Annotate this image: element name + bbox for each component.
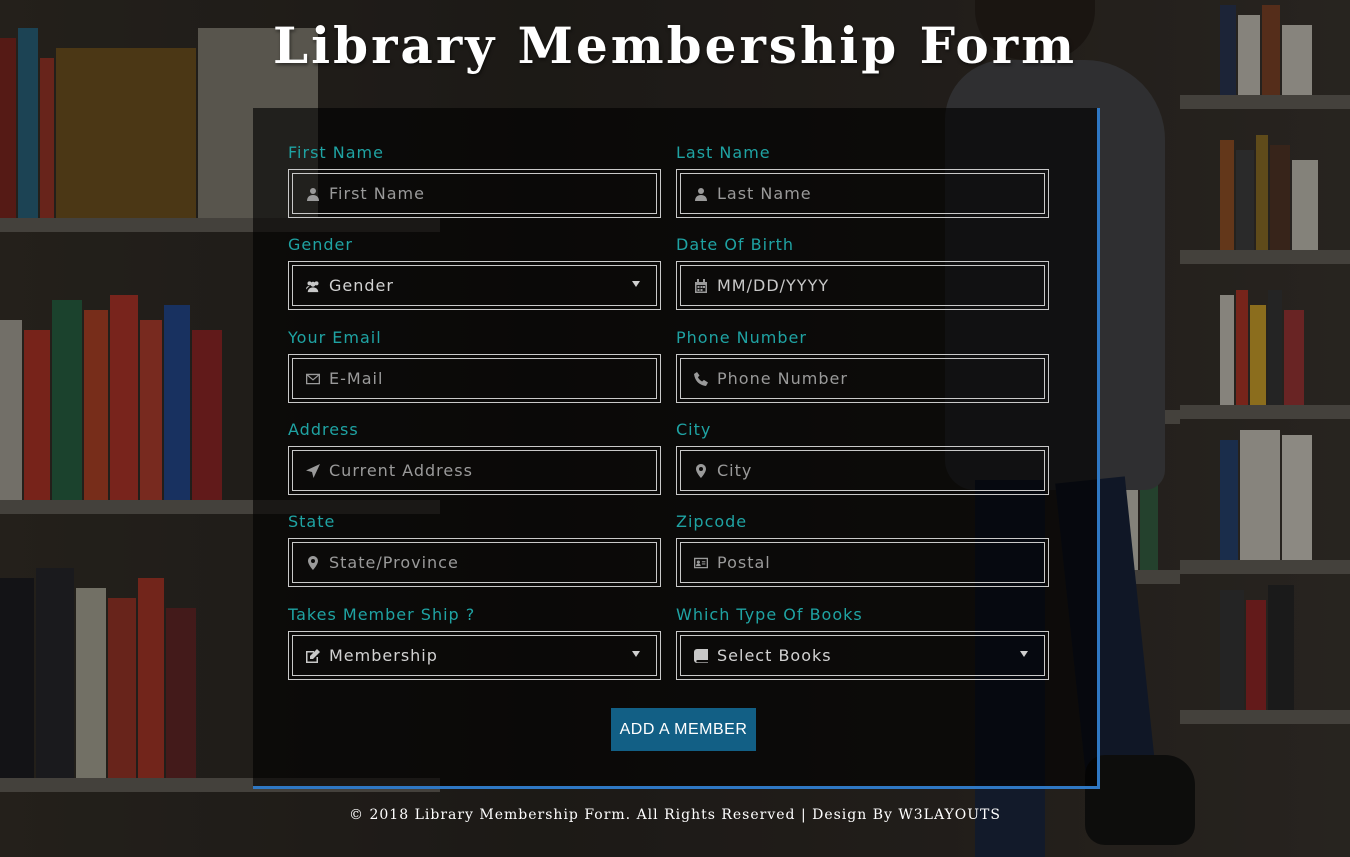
address-input[interactable]: Current Address xyxy=(288,446,661,495)
zipcode-placeholder: Postal xyxy=(717,553,771,572)
page-title: Library Membership Form xyxy=(272,16,1078,75)
membership-selected: Membership xyxy=(329,646,438,665)
books-select[interactable]: Select Books xyxy=(676,631,1049,680)
user-icon xyxy=(304,186,322,202)
phone-placeholder: Phone Number xyxy=(717,369,848,388)
add-member-button[interactable]: ADD A MEMBER xyxy=(611,708,756,751)
gender-label: Gender xyxy=(288,235,353,254)
zipcode-input[interactable]: Postal xyxy=(676,538,1049,587)
phone-field: Phone Number Phone Number xyxy=(676,328,1049,403)
state-input[interactable]: State/Province xyxy=(288,538,661,587)
gender-field: Gender Gender xyxy=(288,235,661,310)
address-label: Address xyxy=(288,420,359,439)
first-name-field: First Name First Name xyxy=(288,143,661,218)
email-input[interactable]: E-Mail xyxy=(288,354,661,403)
city-input[interactable]: City xyxy=(676,446,1049,495)
dob-input[interactable]: MM/DD/YYYY xyxy=(676,261,1049,310)
map-marker-icon xyxy=(304,555,322,571)
email-placeholder: E-Mail xyxy=(329,369,384,388)
books-label: Which Type Of Books xyxy=(676,605,863,624)
users-icon xyxy=(304,278,322,294)
books-selected: Select Books xyxy=(717,646,832,665)
last-name-field: Last Name Last Name xyxy=(676,143,1049,218)
envelope-icon xyxy=(304,371,322,387)
address-placeholder: Current Address xyxy=(329,461,473,480)
books-field: Which Type Of Books Select Books xyxy=(676,605,1049,680)
zipcode-field: Zipcode Postal xyxy=(676,512,1049,587)
last-name-input[interactable]: Last Name xyxy=(676,169,1049,218)
zipcode-label: Zipcode xyxy=(676,512,748,531)
book-icon xyxy=(692,648,710,664)
membership-label: Takes Member Ship ? xyxy=(288,605,476,624)
chevron-down-icon xyxy=(632,281,640,287)
location-arrow-icon xyxy=(304,463,322,479)
user-icon xyxy=(692,186,710,202)
state-placeholder: State/Province xyxy=(329,553,459,572)
first-name-placeholder: First Name xyxy=(329,184,425,203)
email-field: Your Email E-Mail xyxy=(288,328,661,403)
first-name-input[interactable]: First Name xyxy=(288,169,661,218)
city-label: City xyxy=(676,420,712,439)
phone-label: Phone Number xyxy=(676,328,807,347)
phone-input[interactable]: Phone Number xyxy=(676,354,1049,403)
dob-label: Date Of Birth xyxy=(676,235,795,254)
city-placeholder: City xyxy=(717,461,753,480)
dob-placeholder: MM/DD/YYYY xyxy=(717,276,830,295)
membership-select[interactable]: Membership xyxy=(288,631,661,680)
city-field: City City xyxy=(676,420,1049,495)
calendar-icon xyxy=(692,278,710,294)
chevron-down-icon xyxy=(632,651,640,657)
gender-select[interactable]: Gender xyxy=(288,261,661,310)
edit-icon xyxy=(304,648,322,664)
address-field: Address Current Address xyxy=(288,420,661,495)
phone-icon xyxy=(692,371,710,387)
dob-field: Date Of Birth MM/DD/YYYY xyxy=(676,235,1049,310)
last-name-placeholder: Last Name xyxy=(717,184,812,203)
email-label: Your Email xyxy=(288,328,382,347)
state-label: State xyxy=(288,512,336,531)
map-marker-icon xyxy=(692,463,710,479)
chevron-down-icon xyxy=(1020,651,1028,657)
state-field: State State/Province xyxy=(288,512,661,587)
membership-field: Takes Member Ship ? Membership xyxy=(288,605,661,680)
gender-selected: Gender xyxy=(329,276,394,295)
last-name-label: Last Name xyxy=(676,143,771,162)
address-card-icon xyxy=(692,555,710,571)
footer-copyright: © 2018 Library Membership Form. All Righ… xyxy=(349,807,1001,823)
membership-form: First Name First Name Last Name Last Nam… xyxy=(253,108,1100,789)
first-name-label: First Name xyxy=(288,143,384,162)
